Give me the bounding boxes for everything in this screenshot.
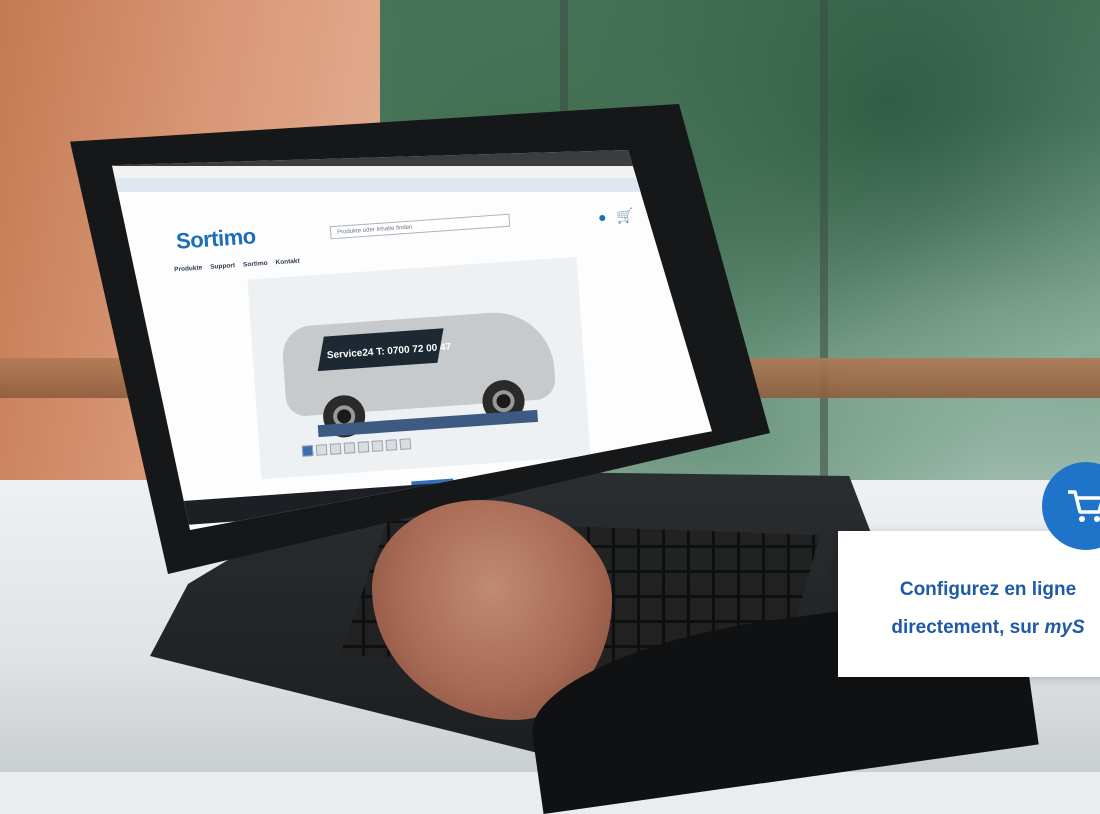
toolbar-button[interactable]	[385, 439, 398, 451]
toolbar-button[interactable]	[399, 438, 412, 450]
toolbar-button[interactable]	[329, 443, 342, 455]
van-configurator: Service24 T: 0700 72 00 47	[247, 256, 591, 480]
toolbar-button[interactable]	[371, 440, 384, 452]
nav-item[interactable]: Produkte	[174, 264, 203, 273]
site-search-input[interactable]: Produkte oder Inhalte finden	[329, 213, 511, 240]
window-mullion	[820, 0, 828, 520]
nav-item[interactable]: Sortimo	[243, 260, 268, 269]
site-logo: Sortimo	[175, 223, 257, 254]
site-nav: Produkte Support Sortimo Kontakt	[174, 258, 300, 274]
promo-card: Configurez en ligne directement, sur myS	[838, 531, 1100, 677]
toolbar-button[interactable]	[343, 442, 356, 454]
toolbar-button[interactable]	[357, 441, 370, 453]
promo-line-1: Configurez en ligne	[899, 579, 1077, 600]
browser-url-bar	[112, 166, 712, 178]
user-icon[interactable]: ●	[597, 209, 607, 227]
promo-line-2: directement, sur myS	[838, 617, 1100, 639]
cart-icon[interactable]: 🛒	[616, 207, 635, 225]
toolbar-button[interactable]	[301, 445, 314, 457]
toolbar-button[interactable]	[315, 444, 328, 456]
promo-line-2-text: directement, sur	[891, 617, 1045, 638]
site-info-strip	[112, 178, 712, 192]
nav-item[interactable]: Kontakt	[275, 258, 300, 267]
nav-item[interactable]: Support	[210, 262, 235, 271]
promo-brand-text: myS	[1044, 617, 1085, 638]
site-user-icons: ● 🛒	[597, 207, 634, 226]
